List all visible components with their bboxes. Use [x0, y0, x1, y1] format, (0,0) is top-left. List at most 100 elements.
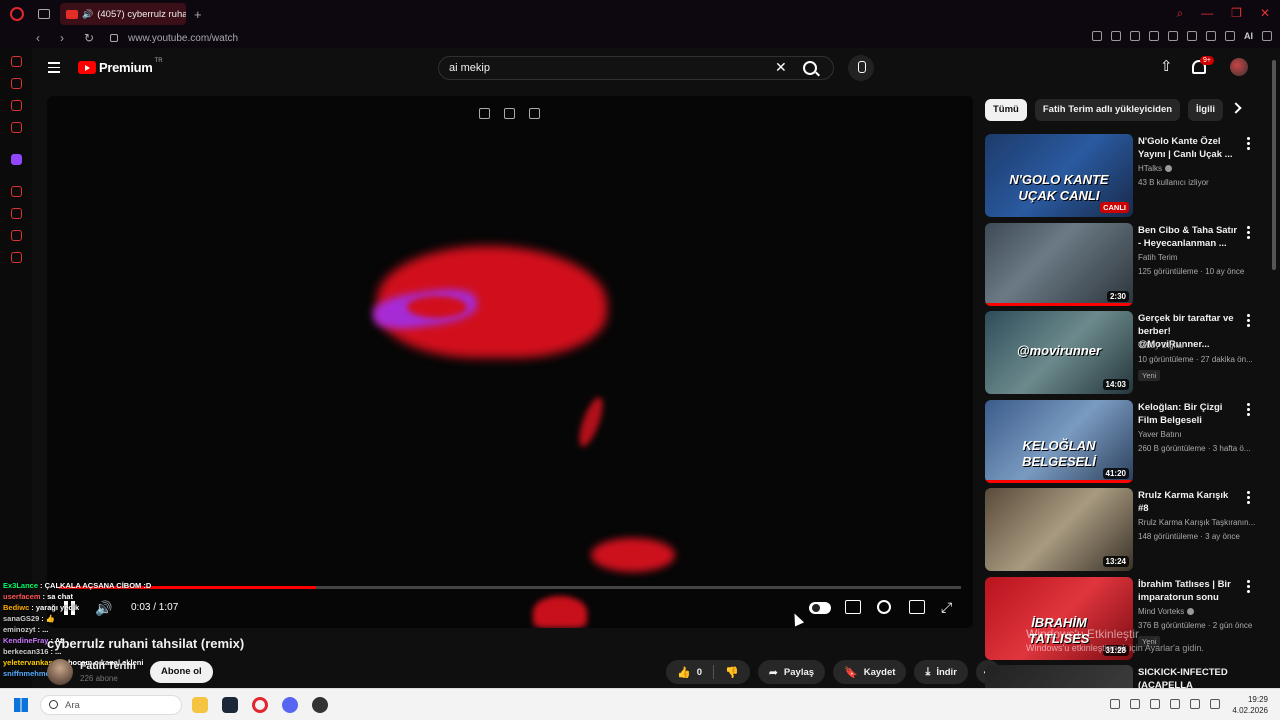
pin-icon[interactable]	[1092, 31, 1102, 41]
ai-button[interactable]: AI	[1244, 31, 1253, 41]
progress-bar[interactable]	[59, 586, 961, 589]
recommended-video[interactable]: 13:24 Rrulz Karma Karışık #8 Rrulz Karma K…	[985, 488, 1270, 572]
kebab-menu-icon[interactable]	[1247, 314, 1250, 329]
recommended-video-title[interactable]: N'Golo Kante Özel Yayını | Canlı Uçak ..…	[1138, 135, 1238, 161]
sidebar-ai-icon[interactable]	[11, 78, 22, 89]
file-explorer-icon[interactable]	[192, 697, 208, 713]
sidebar-extensions-icon[interactable]	[11, 230, 22, 241]
speaker-tray-icon[interactable]	[1210, 699, 1220, 709]
channel-avatar[interactable]	[47, 659, 73, 685]
chips-next-chevron-icon[interactable]	[1230, 102, 1242, 114]
taskbar-clock[interactable]: 19:29 4.02.2026	[1232, 694, 1268, 716]
new-tab-button[interactable]: +	[194, 7, 202, 22]
recommended-video[interactable]: KELOĞLAN BELGESELİ 41:20 Keloğlan: Bir Çizg…	[985, 400, 1270, 484]
sidebar-twitch-icon[interactable]	[11, 154, 22, 165]
discord-icon[interactable]	[282, 697, 298, 713]
recommended-channel[interactable]: Fatih Terim	[1138, 253, 1177, 262]
subscribe-button[interactable]: Abone ol	[150, 661, 213, 683]
back-button[interactable]: ‹	[36, 31, 46, 45]
channel-name[interactable]: Fatih Terim	[80, 660, 136, 672]
recommended-channel[interactable]: HTalks	[1138, 164, 1173, 173]
sidebar-aria-icon[interactable]	[11, 56, 22, 67]
video-thumbnail[interactable]: KELOĞLAN BELGESELİ 41:20	[985, 400, 1133, 483]
next-video-icon[interactable]	[529, 108, 540, 119]
opera-taskbar-icon[interactable]	[252, 697, 268, 713]
microphone-tray-icon[interactable]	[1170, 699, 1180, 709]
download-icon[interactable]	[1225, 31, 1235, 41]
tab-islands-icon[interactable]	[38, 9, 50, 19]
shield-icon[interactable]	[1130, 31, 1140, 41]
sidebar-messenger-icon[interactable]	[11, 100, 22, 111]
steam-icon[interactable]	[222, 697, 238, 713]
sidebar-settings-icon[interactable]	[11, 252, 22, 263]
recommended-video-title[interactable]: Ben Cibo & Taha Satır - Heyecanlanman ..…	[1138, 224, 1238, 250]
recommended-video-title[interactable]: İbrahim Tatlıses | Bir imparatorun sonu	[1138, 578, 1238, 604]
taskbar-search[interactable]: Ara	[40, 695, 182, 715]
tray-chevron-icon[interactable]	[1110, 699, 1120, 709]
video-thumbnail[interactable]: @movirunner 14:03	[985, 311, 1133, 394]
download-button[interactable]: ⤓ İndir	[914, 660, 968, 684]
menu-icon[interactable]	[1262, 31, 1272, 41]
video-player[interactable]: 🔊 0:03 / 1:07 ⤢	[47, 96, 973, 628]
profile-icon[interactable]	[1187, 31, 1197, 41]
share-button[interactable]: ➦ Paylaş	[757, 660, 826, 684]
taskbar-search-input[interactable]: Ara	[65, 700, 80, 711]
autoplay-toggle[interactable]	[809, 602, 831, 614]
search-icon[interactable]	[803, 61, 817, 75]
search-input[interactable]: ai mekip	[449, 62, 490, 74]
heart-icon[interactable]	[1168, 31, 1178, 41]
tray-app-icon[interactable]	[1150, 699, 1160, 709]
recommended-channel[interactable]: Rrulz Karma Karışık Taşkıranın...	[1138, 518, 1255, 527]
wallet-icon[interactable]	[1206, 31, 1216, 41]
miniplayer-icon[interactable]	[479, 108, 490, 119]
like-button[interactable]: 👍 0	[666, 660, 713, 684]
forward-button[interactable]: ›	[60, 31, 70, 45]
youtube-logo[interactable]: Premium TR	[78, 58, 163, 75]
url-field[interactable]: www.youtube.com/watch	[128, 33, 238, 44]
theater-mode-icon[interactable]	[909, 600, 925, 614]
account-avatar[interactable]	[1230, 58, 1248, 76]
settings-gear-icon[interactable]	[877, 600, 891, 614]
recommended-video-title[interactable]: Rrulz Karma Karışık #8	[1138, 489, 1238, 515]
recommended-video-title[interactable]: Keloğlan: Bir Çizgi Film Belgeseli	[1138, 401, 1238, 427]
browser-tab-youtube[interactable]: 🔊 (4057) cyberrulz ruhan	[60, 3, 186, 25]
chip-from-uploader[interactable]: Fatih Terim adlı yükleyiciden	[1034, 99, 1181, 121]
screenshot-icon[interactable]	[1111, 31, 1121, 41]
lock-icon[interactable]	[110, 34, 118, 42]
recommended-video[interactable]: 2:30 Ben Cibo & Taha Satır - Heyecanlanma…	[985, 223, 1270, 307]
page-scrollbar[interactable]	[1272, 60, 1276, 270]
opera-logo-icon[interactable]	[10, 7, 24, 21]
kebab-menu-icon[interactable]	[1247, 491, 1250, 506]
network-icon[interactable]	[1190, 699, 1200, 709]
recommended-channel[interactable]: Tabby Digital	[1138, 341, 1184, 350]
play-icon[interactable]	[1149, 31, 1159, 41]
sidebar-workspace-icon[interactable]	[11, 122, 22, 133]
minimize-button[interactable]: —	[1201, 6, 1213, 21]
video-thumbnail[interactable]: N'GOLO KANTE UÇAK CANLI CANLI	[985, 134, 1133, 217]
recommended-video[interactable]: @movirunner 14:03 Gerçek bir taraftar ve b…	[985, 311, 1270, 395]
hamburger-menu-icon[interactable]	[48, 62, 60, 76]
kebab-menu-icon[interactable]	[1247, 226, 1250, 241]
cast-icon[interactable]	[504, 108, 515, 119]
search-box[interactable]: ai mekip ✕	[438, 56, 834, 80]
maximize-button[interactable]: ❐	[1231, 6, 1242, 21]
upload-icon[interactable]: ⇧	[1160, 59, 1174, 76]
kebab-menu-icon[interactable]	[1247, 580, 1250, 595]
recommended-channel[interactable]: Mind Vorteks	[1138, 607, 1195, 616]
video-thumbnail[interactable]: 13:24	[985, 488, 1133, 571]
dislike-button[interactable]: 👎	[714, 660, 750, 684]
speaker-icon[interactable]: 🔊	[82, 9, 93, 20]
kebab-menu-icon[interactable]	[1247, 137, 1250, 152]
close-window-button[interactable]: ✕	[1260, 6, 1270, 21]
microphone-icon[interactable]	[848, 55, 874, 81]
sidebar-player-icon[interactable]	[11, 186, 22, 197]
fullscreen-icon[interactable]: ⤢	[941, 600, 957, 614]
recommended-channel[interactable]: Yaver Batını	[1138, 430, 1181, 439]
chip-related[interactable]: İlgili	[1188, 99, 1224, 121]
recommended-video[interactable]: N'GOLO KANTE UÇAK CANLI CANLI N'Golo Kante …	[985, 134, 1270, 218]
chip-all[interactable]: Tümü	[985, 99, 1027, 121]
sidebar-history-icon[interactable]	[11, 208, 22, 219]
tray-app-icon[interactable]	[1130, 699, 1140, 709]
subtitles-icon[interactable]	[845, 600, 861, 614]
video-thumbnail[interactable]: 2:30	[985, 223, 1133, 306]
